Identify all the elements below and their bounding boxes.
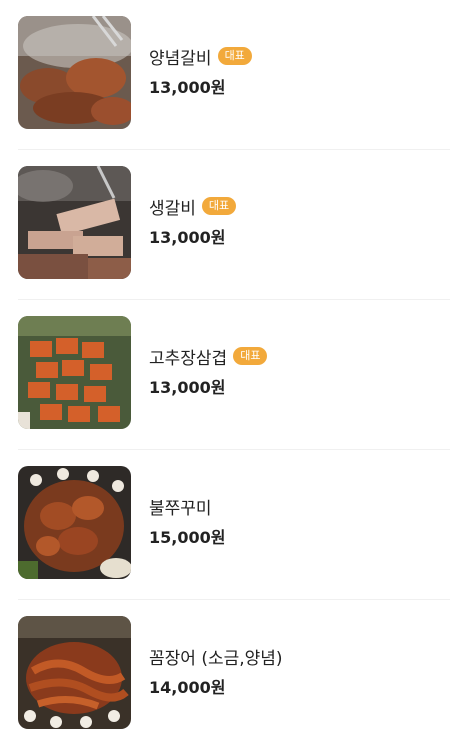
menu-item-name-row: 생갈비 대표 — [149, 194, 237, 219]
menu-item-price: 15,000원 — [149, 528, 226, 547]
menu-item-photo — [18, 616, 131, 729]
menu-item-name-row: 불쭈꾸미 — [149, 494, 225, 519]
menu-item-photo — [18, 166, 131, 279]
signature-badge: 대표 — [233, 347, 268, 365]
menu-item-photo — [18, 16, 131, 129]
signature-badge: 대표 — [201, 197, 237, 215]
menu-item-info: 고추장삼겹 대표 13,000원 — [149, 344, 268, 398]
menu-item-info: 생갈비 대표 13,000원 — [149, 194, 237, 248]
menu-item-name-row: 꼼장어 (소금,양념) — [149, 644, 283, 669]
menu-item-name: 고추장삼겹 — [149, 348, 228, 369]
signature-badge: 대표 — [217, 47, 252, 65]
menu-item-price: 13,000원 — [149, 378, 226, 397]
menu-item-name: 생갈비 — [149, 198, 196, 219]
menu-item-price: 14,000원 — [149, 678, 226, 697]
menu-item-photo — [18, 316, 131, 429]
menu-item-hagfish[interactable]: 꼼장어 (소금,양념) 14,000원 — [0, 600, 466, 750]
menu-item-info: 꼼장어 (소금,양념) 14,000원 — [149, 644, 283, 698]
menu-item-info: 양념갈비 대표 13,000원 — [149, 44, 252, 98]
menu-item-gochujang-samgyeop[interactable]: 고추장삼겹 대표 13,000원 — [0, 300, 466, 450]
menu-item-info: 불쭈꾸미 15,000원 — [149, 494, 225, 548]
menu-item-raw-galbi[interactable]: 생갈비 대표 13,000원 — [0, 150, 466, 300]
menu-item-name-row: 고추장삼겹 대표 — [149, 344, 268, 369]
menu-item-price: 13,000원 — [149, 78, 226, 97]
menu-item-name-row: 양념갈비 대표 — [149, 44, 252, 69]
menu-item-photo — [18, 466, 131, 579]
menu-item-marinated-galbi[interactable]: 양념갈비 대표 13,000원 — [0, 0, 466, 150]
menu-item-spicy-webfoot-octopus[interactable]: 불쭈꾸미 15,000원 — [0, 450, 466, 600]
menu-item-name: 꼼장어 (소금,양념) — [149, 648, 283, 669]
menu-item-name: 불쭈꾸미 — [149, 498, 212, 519]
menu-item-price: 13,000원 — [149, 228, 226, 247]
menu-list: 양념갈비 대표 13,000원 생갈비 대표 13,000원 고추장삼겹 대표 … — [0, 0, 466, 750]
menu-item-name: 양념갈비 — [149, 48, 212, 69]
